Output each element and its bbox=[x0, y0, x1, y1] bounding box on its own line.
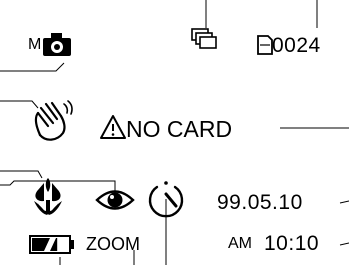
leader-line-stabilizer bbox=[0, 100, 39, 109]
leader-line-time bbox=[339, 242, 349, 246]
leader-line-macro bbox=[0, 170, 43, 179]
leader-line-camera-mode bbox=[0, 62, 65, 72]
continuous-shooting-icon bbox=[191, 28, 217, 49]
time-display: 10:10 bbox=[264, 232, 320, 255]
memory-card-icon bbox=[257, 35, 273, 55]
warning-triangle-icon bbox=[100, 115, 126, 139]
camera-lcd-diagram: M 0024 NO CARD 99.05.10 AM 10:10 ZOOM bbox=[0, 0, 349, 265]
macro-flower-icon bbox=[34, 178, 62, 215]
leader-line-date bbox=[339, 200, 349, 204]
zoom-label: ZOOM bbox=[86, 234, 140, 254]
camera-icon bbox=[43, 33, 71, 56]
battery-icon bbox=[29, 235, 74, 254]
hand-shake-warning-icon bbox=[34, 100, 73, 141]
card-warning-text: NO CARD bbox=[126, 116, 233, 142]
time-ampm: AM bbox=[228, 235, 252, 252]
frame-counter-value: 0024 bbox=[272, 34, 321, 57]
camera-mode-label: M bbox=[28, 36, 42, 53]
date-display: 99.05.10 bbox=[217, 191, 303, 214]
red-eye-icon bbox=[95, 190, 135, 210]
